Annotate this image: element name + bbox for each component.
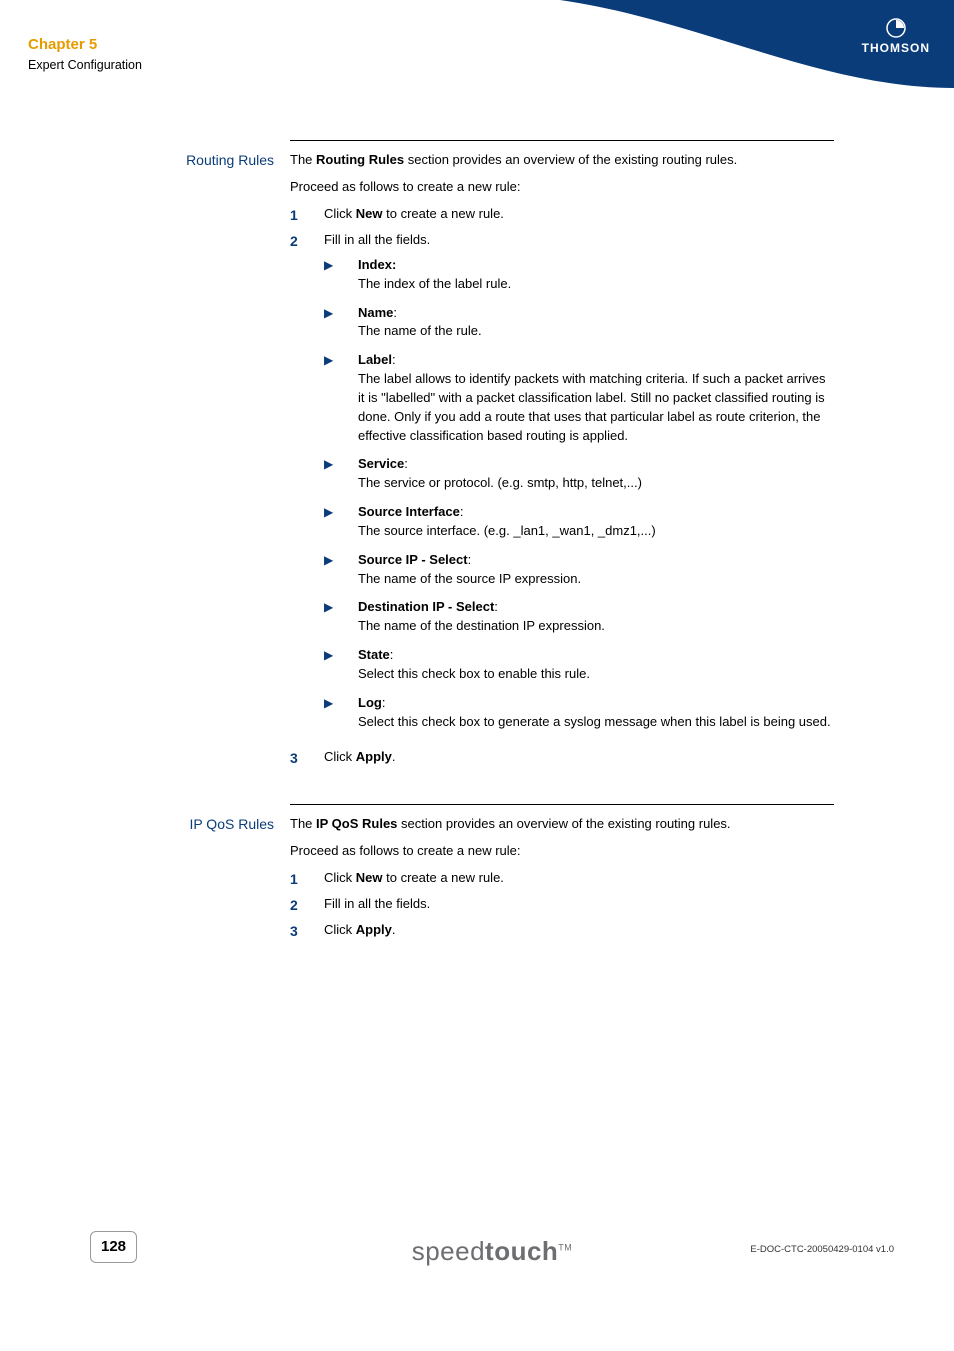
step-3: 3 Click Apply. — [290, 748, 834, 768]
proceed-text: Proceed as follows to create a new rule: — [290, 178, 834, 197]
triangle-icon: ▶ — [324, 351, 358, 445]
triangle-icon: ▶ — [324, 551, 358, 589]
step-number: 1 — [290, 205, 324, 225]
step-number: 3 — [290, 921, 324, 941]
intro-text: The IP QoS Rules section provides an ove… — [290, 815, 834, 834]
section-routing-rules: Routing Rules The Routing Rules section … — [160, 140, 834, 774]
document-reference: E-DOC-CTC-20050429-0104 v1.0 — [750, 1243, 894, 1257]
step-number: 3 — [290, 748, 324, 768]
step-number: 2 — [290, 231, 324, 742]
section-heading: IP QoS Rules — [160, 804, 290, 948]
triangle-icon: ▶ — [324, 304, 358, 342]
step-1: 1 Click New to create a new rule. — [290, 869, 834, 889]
intro-text: The Routing Rules section provides an ov… — [290, 151, 834, 170]
triangle-icon: ▶ — [324, 694, 358, 732]
step-number: 1 — [290, 869, 324, 889]
chapter-title: Chapter 5 — [28, 34, 97, 56]
field-service: ▶ Service: The service or protocol. (e.g… — [324, 455, 834, 493]
triangle-icon: ▶ — [324, 598, 358, 636]
chapter-subtitle: Expert Configuration — [28, 56, 142, 74]
proceed-text: Proceed as follows to create a new rule: — [290, 842, 834, 861]
field-label: ▶ Label: The label allows to identify pa… — [324, 351, 834, 445]
section-heading: Routing Rules — [160, 140, 290, 774]
page-footer: 128 speedtouchTM E-DOC-CTC-20050429-0104… — [90, 1231, 894, 1271]
triangle-icon: ▶ — [324, 256, 358, 294]
triangle-icon: ▶ — [324, 503, 358, 541]
field-index: ▶ Index: The index of the label rule. — [324, 256, 834, 294]
header-curve — [0, 0, 954, 88]
field-state: ▶ State: Select this check box to enable… — [324, 646, 834, 684]
field-log: ▶ Log: Select this check box to generate… — [324, 694, 834, 732]
triangle-icon: ▶ — [324, 455, 358, 493]
step-2: 2 Fill in all the fields. ▶ Index: The i… — [290, 231, 834, 742]
field-source-interface: ▶ Source Interface: The source interface… — [324, 503, 834, 541]
triangle-icon: ▶ — [324, 646, 358, 684]
page-header — [0, 0, 954, 88]
field-destination-ip: ▶ Destination IP - Select: The name of t… — [324, 598, 834, 636]
field-source-ip: ▶ Source IP - Select: The name of the so… — [324, 551, 834, 589]
thomson-icon — [886, 18, 906, 38]
step-1: 1 Click New to create a new rule. — [290, 205, 834, 225]
step-2: 2 Fill in all the fields. — [290, 895, 834, 915]
brand-text: THOMSON — [862, 40, 930, 57]
step-number: 2 — [290, 895, 324, 915]
section-ip-qos-rules: IP QoS Rules The IP QoS Rules section pr… — [160, 804, 834, 948]
field-name: ▶ Name: The name of the rule. — [324, 304, 834, 342]
step-3: 3 Click Apply. — [290, 921, 834, 941]
brand-logo: THOMSON — [862, 18, 930, 57]
